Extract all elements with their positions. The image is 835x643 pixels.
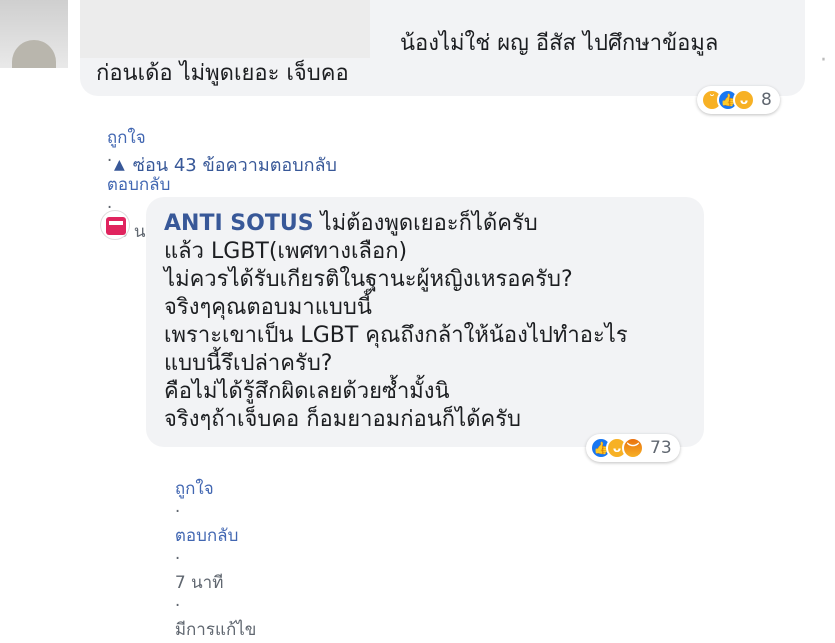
chevron-up-icon: ▲ bbox=[114, 156, 125, 173]
comment-2-line-6: แบบนี้รึเปล่าครับ? bbox=[164, 351, 333, 376]
avatar-figure bbox=[12, 40, 56, 68]
hide-replies-label: ซ่อน 43 ข้อความตอบกลับ bbox=[132, 155, 337, 176]
comment-2-line-5: เพราะเขาเป็น LGBT คุณถึงกล้าให้น้องไปทำอ… bbox=[164, 323, 628, 348]
comment-1-text-line-2: ก่อนเด้อ ไม่พูดเยอะ เจ็บคอ bbox=[96, 61, 349, 86]
anti-sotus-avatar[interactable] bbox=[100, 210, 130, 240]
reaction-count: 73 bbox=[650, 438, 672, 458]
edited-label[interactable]: มีการแก้ไข bbox=[175, 620, 257, 640]
redacted-gap bbox=[370, 0, 390, 40]
avatar-logo bbox=[106, 217, 126, 235]
comment-1-reactions[interactable]: ˘ 👍 ᴗ 8 bbox=[697, 86, 780, 114]
comment-2-line-3: ไม่ควรได้รับเกียรติในฐานะผู้หญิงเหรอครับ… bbox=[164, 267, 573, 292]
angry-icon: ︶ bbox=[622, 437, 644, 459]
separator: · bbox=[174, 596, 181, 616]
haha-icon: ᴗ bbox=[733, 89, 755, 111]
timestamp[interactable]: 7 นาที bbox=[175, 573, 224, 593]
author-name[interactable]: ANTI SOTUS bbox=[164, 211, 314, 236]
comment-2-first-line: ANTI SOTUS ไม่ต้องพูดเยอะก็ได้ครับ bbox=[164, 210, 538, 238]
comment-2-line-8: จริงๆถ้าเจ็บคอ ก็อมยาอมก่อนก็ได้ครับ bbox=[164, 407, 521, 432]
comment-2-line-4: จริงๆคุณตอบมาแบบนี้ bbox=[164, 295, 372, 320]
like-link[interactable]: ถูกใจ bbox=[107, 128, 146, 148]
reply-link[interactable]: ตอบกลับ bbox=[175, 526, 239, 546]
like-link[interactable]: ถูกใจ bbox=[175, 479, 214, 499]
comment-2-reactions[interactable]: 👍 ᴗ ︶ 73 bbox=[586, 434, 680, 462]
redacted-author-name bbox=[80, 0, 370, 58]
more-options-icon[interactable]: · bbox=[820, 48, 827, 73]
reaction-count: 8 bbox=[761, 90, 772, 110]
separator: · bbox=[174, 549, 181, 569]
separator: · bbox=[174, 502, 181, 522]
comment-2-line-2: แล้ว LGBT(เพศทางเลือก) bbox=[164, 239, 408, 264]
hide-replies-toggle[interactable]: ▲ ซ่อน 43 ข้อความตอบกลับ bbox=[114, 150, 337, 179]
comment-2-line-1: ไม่ต้องพูดเยอะก็ได้ครับ bbox=[320, 211, 538, 236]
comment-1-text-line-1: น้องไม่ใช่ ผญ อีสัส ไปศึกษาข้อมูล bbox=[400, 31, 719, 56]
comment-2-actions: ถูกใจ · ตอบกลับ · 7 นาที · มีการแก้ไข bbox=[164, 455, 257, 643]
comment-2-line-7: คือไม่ได้รู้สึกผิดเลยด้วยซ้ำมั้งนิ bbox=[164, 379, 450, 404]
separator: · bbox=[106, 151, 113, 171]
commenter-avatar[interactable] bbox=[0, 0, 68, 68]
avatar-logo-stripe bbox=[109, 221, 123, 225]
